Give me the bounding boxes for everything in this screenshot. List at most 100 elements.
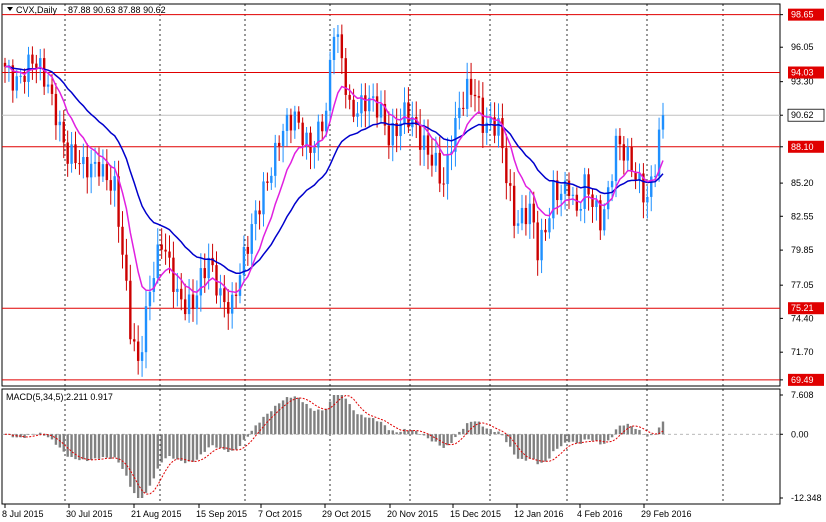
macd-bar [133,434,136,494]
level-label: 94.03 [791,68,814,78]
macd-bar [176,434,179,460]
candle-down [556,180,559,201]
ma-fast-line [4,65,664,294]
candle-up [614,135,618,182]
candle-up [207,257,210,279]
candle-up [274,142,277,176]
macd-bar [250,430,253,435]
time-tick-label: 15 Dec 2015 [450,509,501,519]
macd-bar [399,431,402,435]
macd-bar [512,434,516,455]
dropdown-triangle-icon[interactable] [7,7,13,11]
candle-up [571,194,575,196]
candle-up [250,224,253,254]
candle-down [340,34,344,59]
macd-bar [379,421,383,435]
macd-bar [211,434,214,446]
macd-panel: 7.608 0.00 -12.348 [2,390,822,503]
macd-bar [89,434,93,460]
price-tick-label: 77.05 [791,280,814,290]
macd-bar [168,434,171,457]
macd-bar [571,434,575,442]
candle-down [164,249,167,252]
macd-bar [618,425,622,435]
price-tick-label: 82.55 [791,211,814,221]
macd-bar [309,408,312,435]
candle-down [509,183,512,186]
macd-bar [634,428,637,435]
macd-bar [66,434,69,457]
candle-up [356,113,359,117]
macd-bar [39,432,42,435]
macd-bar [403,428,406,435]
time-tick-label: 7 Oct 2015 [258,509,302,519]
price-tick-label: 79.85 [791,245,814,255]
candle-down [129,280,132,340]
candle-up [540,229,543,261]
macd-bar [442,434,445,448]
current-price-label: 90.62 [791,110,814,120]
macd-bar [356,414,359,435]
candle-up [89,163,93,178]
candle-up [93,161,97,164]
macd-bar [622,425,626,435]
macd-bar [454,434,457,438]
macd-bar [630,426,633,435]
moving-averages [4,65,664,294]
candle-down [477,96,481,98]
macd-bar [552,434,555,452]
macd-bar [563,434,567,443]
candle-down [74,144,77,164]
macd-bar [395,432,398,435]
macd-bar [481,426,485,435]
macd-bar [121,434,124,469]
macd-bar [117,434,120,463]
macd-tick-label: -12.348 [791,493,822,503]
macd-bar [520,434,524,459]
macd-bar [575,434,579,444]
candle-down [125,254,128,281]
candle-up [238,275,242,296]
candle-down [544,229,547,233]
macd-bar [187,434,191,462]
macd-bar [371,418,375,435]
macd-bar [199,434,203,455]
macd-bar [164,434,167,459]
macd-bar [242,434,246,440]
macd-bar [485,428,488,435]
macd-bar [195,434,199,460]
macd-bar [35,433,38,435]
candle-down [438,152,441,184]
macd-bar [50,434,54,440]
candle-up [528,203,532,225]
macd-bar [324,408,328,435]
candle-down [223,288,226,303]
macd-bar [603,434,606,444]
candle-up [285,114,289,131]
macd-bar [219,434,222,448]
candle-down [78,163,81,165]
macd-bar [489,429,492,435]
macd-bar [203,434,206,452]
candle-up [391,123,394,146]
candle-down [469,78,473,95]
macd-bar [415,431,418,435]
macd-bar [109,434,112,459]
macd-bar [266,413,269,435]
macd-bar [277,403,281,435]
candle-up [379,103,383,118]
candle-up [313,147,316,153]
macd-bar [227,434,230,453]
macd-bar [599,434,602,445]
macd-bar [375,421,379,435]
macd-bar [289,397,293,435]
macd-bar [70,434,73,457]
macd-bar [583,434,586,440]
candle-down [352,99,355,117]
candle-up [579,208,582,211]
candle-up [270,175,273,183]
candle-down [50,84,54,94]
macd-bar [313,410,316,435]
candle-down [418,124,422,150]
candle-up [46,84,50,87]
